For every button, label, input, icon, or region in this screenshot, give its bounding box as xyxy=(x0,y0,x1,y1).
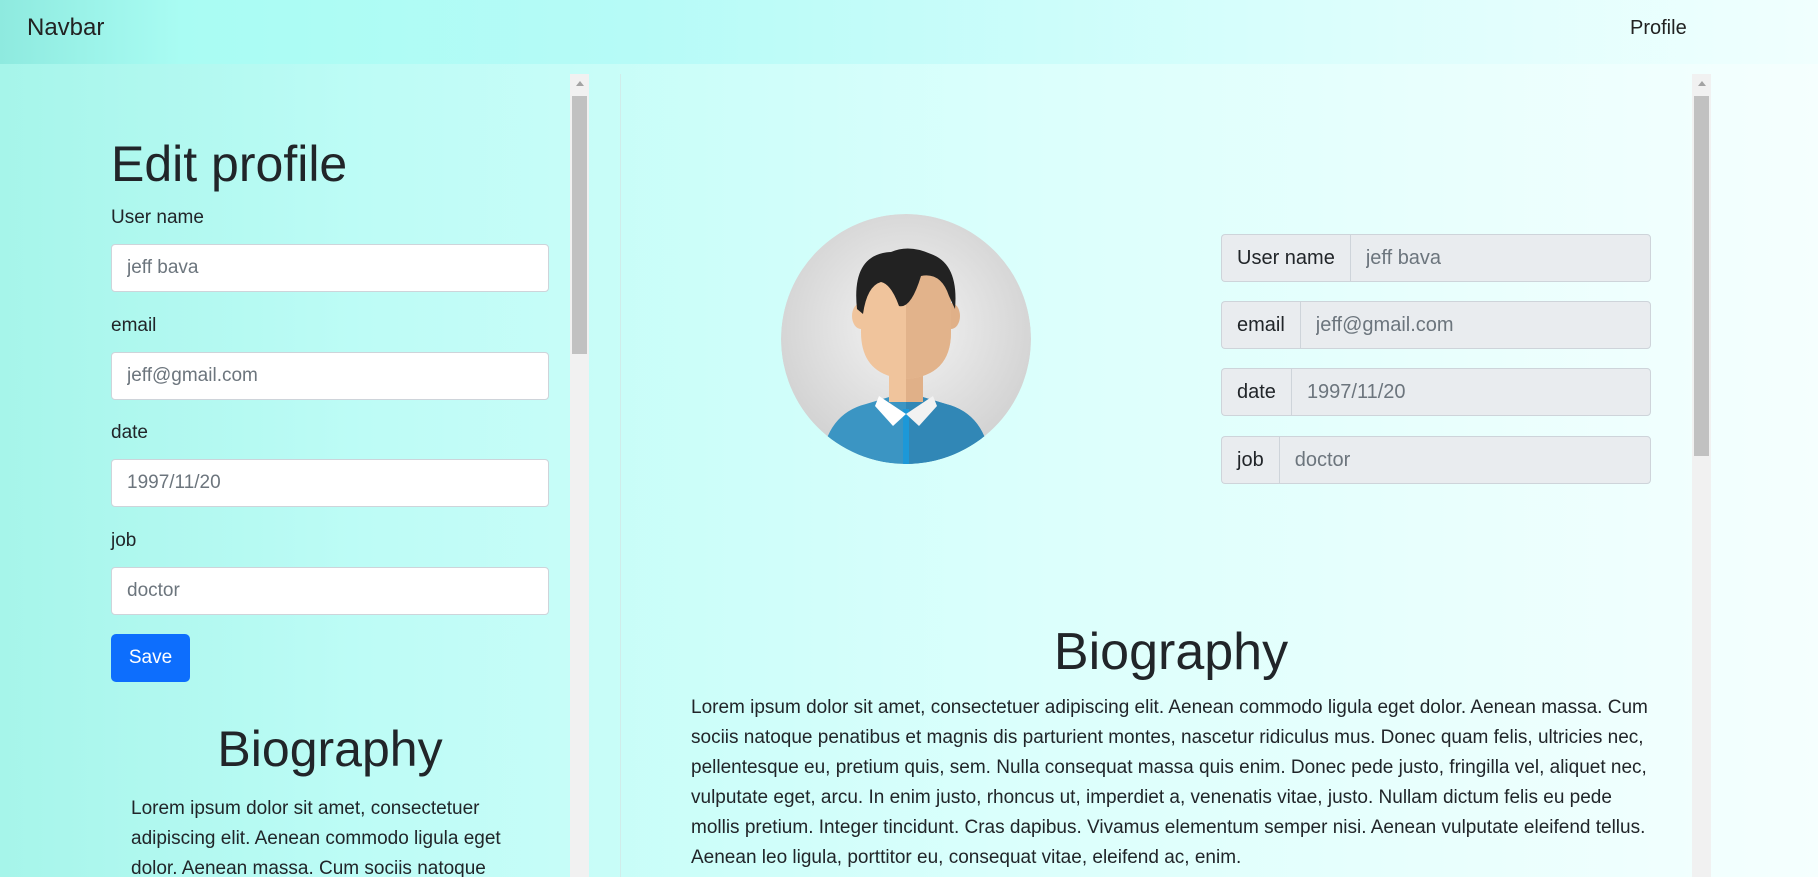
job-label: job xyxy=(111,530,137,551)
scroll-up-arrow-icon[interactable] xyxy=(1692,74,1711,92)
avatar-illustration xyxy=(781,214,1031,464)
profile-date-label: date xyxy=(1221,368,1291,416)
scroll-up-arrow-icon[interactable] xyxy=(570,74,589,92)
profile-email-group: email xyxy=(1221,301,1651,349)
profile-username-group: User name xyxy=(1221,234,1651,282)
left-biography-title: Biography xyxy=(217,721,443,777)
job-input[interactable] xyxy=(111,567,549,615)
panel-divider xyxy=(620,74,621,877)
profile-username-input[interactable] xyxy=(1349,234,1651,282)
user-avatar-icon xyxy=(781,214,1031,464)
left-scroll-thumb[interactable] xyxy=(572,96,587,354)
profile-date-group: date xyxy=(1221,368,1651,416)
profile-email-input[interactable] xyxy=(1299,301,1651,349)
navbar-brand[interactable]: Navbar xyxy=(27,14,104,42)
email-label: email xyxy=(111,315,157,336)
date-input[interactable] xyxy=(111,459,549,507)
edit-profile-title: Edit profile xyxy=(111,136,348,192)
username-label: User name xyxy=(111,207,204,228)
left-scrollbar[interactable] xyxy=(570,74,589,877)
right-biography-text: Lorem ipsum dolor sit amet, consectetuer… xyxy=(691,697,1648,868)
profile-date-input[interactable] xyxy=(1290,368,1651,416)
profile-job-input[interactable] xyxy=(1278,436,1651,484)
right-scroll-thumb[interactable] xyxy=(1694,96,1709,456)
nav-link-profile[interactable]: Profile xyxy=(1630,17,1687,40)
navbar: Navbar Profile xyxy=(0,0,1818,64)
save-button[interactable]: Save xyxy=(111,634,190,682)
edit-profile-panel: Edit profile User name email date job Sa… xyxy=(0,64,571,877)
email-input[interactable] xyxy=(111,352,549,400)
username-input[interactable] xyxy=(111,244,549,292)
profile-username-label: User name xyxy=(1221,234,1350,282)
profile-email-label: email xyxy=(1221,301,1300,349)
right-scrollbar[interactable] xyxy=(1692,74,1711,877)
left-biography-text: Lorem ipsum dolor sit amet, consectetuer… xyxy=(131,798,501,877)
profile-job-label: job xyxy=(1221,436,1279,484)
right-biography-title: Biography xyxy=(1053,623,1289,681)
date-label: date xyxy=(111,422,148,443)
profile-job-group: job xyxy=(1221,436,1651,484)
